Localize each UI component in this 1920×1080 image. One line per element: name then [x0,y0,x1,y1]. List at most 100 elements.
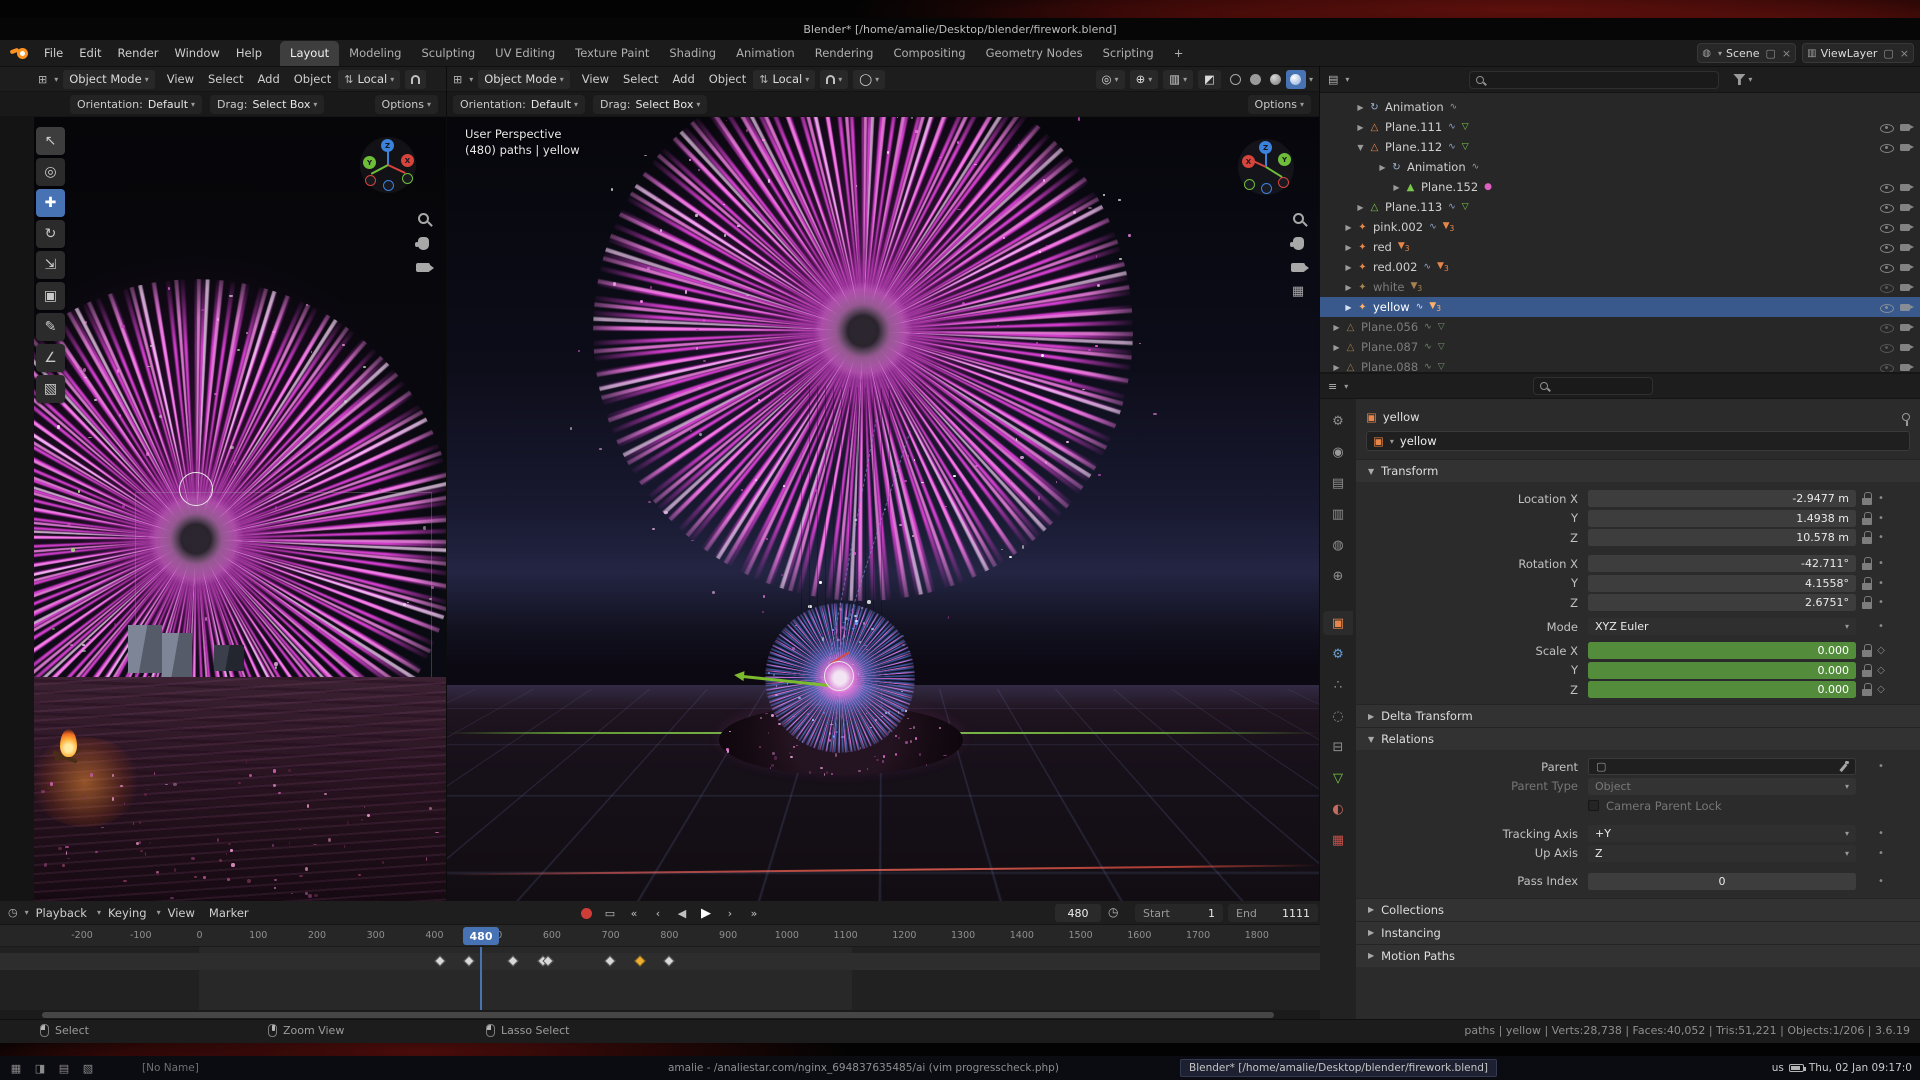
close-icon[interactable]: × [1782,47,1791,60]
hide-eye-icon[interactable] [1880,241,1894,254]
tab-texture-paint[interactable]: Texture Paint [565,41,659,66]
shading-solid[interactable] [1246,70,1266,89]
playhead-frame-badge[interactable]: 480 [463,927,499,945]
object-name-field[interactable]: ▣ ▾ yellow [1366,431,1910,451]
lock-icon[interactable] [1862,492,1873,505]
mode-select[interactable]: Object Mode▾ [478,70,569,89]
expand-icon[interactable]: ▶ [1354,203,1367,212]
outliner-search[interactable] [1469,71,1719,89]
tab-texture-icon[interactable]: ▦ [1323,828,1353,852]
axis-x-handle[interactable]: X [401,154,414,167]
delta-transform-section-header[interactable]: ▶Delta Transform [1356,704,1920,727]
options-dropdown[interactable]: Options▾ [1248,95,1311,114]
taskbar-app-icon[interactable]: ▤ [56,1062,72,1075]
tab-modeling[interactable]: Modeling [339,41,411,66]
rotation-y-field[interactable]: 4.1558° [1588,575,1856,592]
lock-icon[interactable] [1862,577,1873,590]
camera-visibility-icon[interactable] [1900,141,1914,154]
rotation-mode-select[interactable]: XYZ Euler▾ [1588,618,1856,635]
properties-search[interactable] [1533,377,1653,395]
outliner-row[interactable]: ▶△Plane.056∿▽ [1320,317,1920,337]
marker-menu[interactable]: Marker [202,906,256,920]
new-scene-icon[interactable]: ▢ [1766,47,1776,60]
hide-eye-icon[interactable] [1880,221,1894,234]
shading-material[interactable] [1266,70,1286,89]
viewport-main[interactable]: ⊞▾ Object Mode▾ View Select Add Object ⇅… [447,67,1320,901]
breadcrumb-object[interactable]: yellow [1383,410,1420,424]
start-frame-field[interactable]: Start1 [1135,904,1223,922]
axis-negx-handle[interactable] [1278,177,1289,188]
tab-world-icon[interactable]: ⊕ [1323,564,1353,588]
outliner-row[interactable]: ▶△Plane.087∿▽ [1320,337,1920,357]
tab-layout[interactable]: Layout [280,41,339,66]
tab-shading[interactable]: Shading [659,41,726,66]
instancing-section-header[interactable]: ▶Instancing [1356,921,1920,944]
lock-icon[interactable] [1862,557,1873,570]
add-cube-tool[interactable]: ▧ [36,375,65,403]
visibility-dropdown[interactable]: ◎▾ [1096,70,1125,89]
tab-modifiers-icon[interactable]: ⚙ [1323,642,1353,666]
keyframe-diamond-icon[interactable]: ◇ [1873,684,1889,695]
editor-type-icon[interactable]: ⊞ [38,73,47,86]
select-menu[interactable]: Select [201,72,250,86]
keyframe-diamond[interactable] [604,955,615,966]
outliner-row[interactable]: ▶△Plane.111∿▽ [1320,117,1920,137]
new-viewlayer-icon[interactable]: ▢ [1883,47,1893,60]
camera-visibility-icon[interactable] [1900,281,1914,294]
shading-wireframe[interactable] [1226,70,1246,89]
transform-orientation-select[interactable]: ⇅Local▾ [338,70,400,89]
auto-key-record-button[interactable] [581,908,592,919]
keyframe-diamond[interactable] [634,955,645,966]
window-titlebar[interactable]: Blender* [/home/amalie/Desktop/blender/f… [0,18,1920,40]
orientation-setting[interactable]: Orientation:Default▾ [70,95,202,114]
tab-animation[interactable]: Animation [726,41,805,66]
animate-dot-icon[interactable]: • [1873,828,1889,839]
axis-y-handle[interactable]: Y [1278,153,1291,166]
cube-object[interactable] [214,645,244,671]
pan-hand-icon[interactable] [418,237,429,250]
animate-dot-icon[interactable]: • [1873,532,1889,543]
keying-menu[interactable]: Keying [101,906,154,920]
editor-type-icon[interactable]: ◷ [8,906,18,919]
tab-tool-icon[interactable]: ⚙ [1323,409,1353,433]
hide-eye-icon[interactable] [1880,181,1894,194]
lock-icon[interactable] [1862,512,1873,525]
outliner-row[interactable]: ▶△Plane.088∿▽ [1320,357,1920,374]
search-input[interactable] [1553,380,1646,392]
close-icon[interactable]: × [1900,47,1909,60]
clock[interactable]: Thu, 02 Jan 09:17:0 [1809,1062,1912,1074]
lock-icon[interactable] [1862,683,1873,696]
hide-eye-icon[interactable] [1880,321,1894,334]
tab-view-layer-icon[interactable]: ▥ [1323,502,1353,526]
timeline-track[interactable] [0,947,1320,1010]
navigation-gizmo[interactable]: Z X Y [360,137,416,193]
tab-output-icon[interactable]: ▤ [1323,471,1353,495]
zoom-icon[interactable] [1293,213,1304,224]
filter-icon[interactable] [1733,74,1745,85]
expand-icon[interactable]: ▶ [1390,183,1403,192]
tab-uv-editing[interactable]: UV Editing [485,41,565,66]
tab-material-icon[interactable]: ◐ [1323,797,1353,821]
prev-keyframe-button[interactable]: ‹ [647,903,669,923]
cube-object[interactable] [162,633,192,677]
next-keyframe-button[interactable]: › [719,903,741,923]
keyframe-diamond[interactable] [464,955,475,966]
camera-visibility-icon[interactable] [1900,361,1914,374]
keyframe-diamond[interactable] [434,955,445,966]
animate-dot-icon[interactable]: • [1873,513,1889,524]
playhead-line[interactable] [480,947,482,1010]
select-box-tool[interactable]: ↖ [36,127,65,155]
hide-eye-icon[interactable] [1880,261,1894,274]
camera-visibility-icon[interactable] [1900,341,1914,354]
taskbar-app-icon[interactable]: ◨ [32,1062,48,1075]
lock-icon[interactable] [1862,664,1873,677]
tab-physics-icon[interactable]: ◌ [1323,704,1353,728]
tab-scripting[interactable]: Scripting [1093,41,1164,66]
outliner-row[interactable]: ▶↻Animation∿ [1320,157,1920,177]
search-input[interactable] [1489,74,1712,86]
motion-paths-section-header[interactable]: ▶Motion Paths [1356,944,1920,967]
outliner-row[interactable]: ▶△Plane.113∿▽ [1320,197,1920,217]
drag-setting[interactable]: Drag:Select Box▾ [210,95,324,114]
move-tool[interactable]: ✚ [36,189,65,217]
outliner-row[interactable]: ▶✦white▼3 [1320,277,1920,297]
